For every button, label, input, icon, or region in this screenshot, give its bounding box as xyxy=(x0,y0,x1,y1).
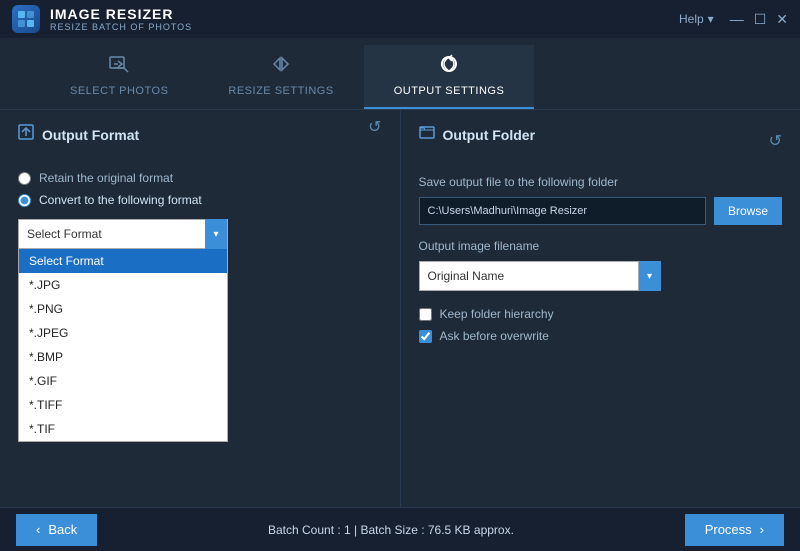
format-option-jpeg[interactable]: *.JPEG xyxy=(19,321,227,345)
format-select-trigger[interactable]: Select Format ▾ xyxy=(18,219,228,249)
back-button-label: Back xyxy=(48,522,77,537)
filename-select-row: Original Name ▾ xyxy=(419,261,783,291)
output-format-title: Output Format xyxy=(42,127,139,143)
ask-overwrite-label: Ask before overwrite xyxy=(440,329,549,343)
main-content: Output Format ↺ Retain the original form… xyxy=(0,110,800,507)
close-button[interactable]: ✕ xyxy=(776,12,788,26)
output-format-panel: Output Format ↺ Retain the original form… xyxy=(0,110,401,507)
folder-row: Browse xyxy=(419,197,783,225)
format-radio-group: Retain the original format Convert to th… xyxy=(18,171,382,207)
title-bar: IMAGE RESIZER RESIZE BATCH OF PHOTOS Hel… xyxy=(0,0,800,38)
title-bar-right: Help ▾ — ☐ ✕ xyxy=(679,12,788,26)
format-select-value: Select Format xyxy=(27,227,102,241)
keep-hierarchy-checkbox-label[interactable]: Keep folder hierarchy xyxy=(419,307,783,321)
tab-resize-settings-label: RESIZE SETTINGS xyxy=(228,85,333,97)
format-dropdown-list: Select Format *.JPG *.PNG *.JPEG *.BMP *… xyxy=(18,249,228,442)
output-settings-icon xyxy=(438,53,460,81)
format-option-jpg[interactable]: *.JPG xyxy=(19,273,227,297)
ask-overwrite-checkbox-label[interactable]: Ask before overwrite xyxy=(419,329,783,343)
folder-path-input[interactable] xyxy=(419,197,706,225)
app-title-text: IMAGE RESIZER RESIZE BATCH OF PHOTOS xyxy=(50,6,192,32)
folder-path-label: Save output file to the following folder xyxy=(419,175,783,189)
convert-format-radio[interactable]: Convert to the following format xyxy=(18,193,382,207)
maximize-button[interactable]: ☐ xyxy=(754,12,767,26)
window-controls: — ☐ ✕ xyxy=(730,12,788,26)
process-button-label: Process xyxy=(705,522,752,537)
footer-info-text: Batch Count : 1 | Batch Size : 76.5 KB a… xyxy=(268,523,514,537)
retain-format-radio[interactable]: Retain the original format xyxy=(18,171,382,185)
format-option-select[interactable]: Select Format xyxy=(19,249,227,273)
retain-format-label: Retain the original format xyxy=(39,171,173,185)
output-format-icon xyxy=(18,124,34,145)
output-format-header: Output Format xyxy=(18,124,139,145)
app-name: IMAGE RESIZER xyxy=(50,6,192,22)
process-button[interactable]: Process › xyxy=(685,514,784,546)
minimize-button[interactable]: — xyxy=(730,12,744,26)
format-option-gif[interactable]: *.GIF xyxy=(19,369,227,393)
ask-overwrite-checkbox[interactable] xyxy=(419,330,432,343)
filename-select[interactable]: Original Name xyxy=(419,261,639,291)
keep-hierarchy-label: Keep folder hierarchy xyxy=(440,307,554,321)
retain-format-input[interactable] xyxy=(18,172,31,185)
keep-hierarchy-checkbox[interactable] xyxy=(419,308,432,321)
footer: ‹ Back Batch Count : 1 | Batch Size : 76… xyxy=(0,507,800,551)
output-folder-icon xyxy=(419,124,435,145)
output-folder-header-row: Output Folder ↺ xyxy=(419,124,783,159)
tab-select-photos[interactable]: SELECT PHOTOS xyxy=(40,45,198,109)
output-folder-header: Output Folder xyxy=(419,124,536,145)
checkbox-group: Keep folder hierarchy Ask before overwri… xyxy=(419,307,783,343)
tab-resize-settings[interactable]: RESIZE SETTINGS xyxy=(198,45,363,109)
convert-format-label: Convert to the following format xyxy=(39,193,202,207)
browse-button[interactable]: Browse xyxy=(714,197,782,225)
footer-info: Batch Count : 1 | Batch Size : 76.5 KB a… xyxy=(268,523,514,537)
filename-select-value: Original Name xyxy=(428,269,505,283)
format-select-arrow: ▾ xyxy=(205,219,227,249)
help-button[interactable]: Help ▾ xyxy=(679,12,714,26)
output-folder-panel: Output Folder ↺ Save output file to the … xyxy=(401,110,800,507)
process-arrow-icon: › xyxy=(760,522,764,537)
tab-bar: SELECT PHOTOS RESIZE SETTINGS OUTPUT SET… xyxy=(0,38,800,110)
convert-format-input[interactable] xyxy=(18,194,31,207)
output-format-header-row: Output Format ↺ xyxy=(18,124,382,159)
back-arrow-icon: ‹ xyxy=(36,522,40,537)
tab-output-settings-label: OUTPUT SETTINGS xyxy=(394,85,505,97)
filename-select-arrow: ▾ xyxy=(639,261,661,291)
format-option-tif[interactable]: *.TIF xyxy=(19,417,227,441)
app-icon xyxy=(12,5,40,33)
output-format-reset-button[interactable]: ↺ xyxy=(368,117,381,137)
output-folder-reset-button[interactable]: ↺ xyxy=(769,131,782,151)
format-option-png[interactable]: *.PNG xyxy=(19,297,227,321)
tab-select-photos-label: SELECT PHOTOS xyxy=(70,85,168,97)
select-photos-icon xyxy=(108,53,130,81)
format-option-tiff[interactable]: *.TIFF xyxy=(19,393,227,417)
resize-settings-icon xyxy=(270,53,292,81)
back-button[interactable]: ‹ Back xyxy=(16,514,97,546)
right-panel-content: Save output file to the following folder… xyxy=(419,171,783,343)
app-subtitle: RESIZE BATCH OF PHOTOS xyxy=(50,22,192,32)
format-option-bmp[interactable]: *.BMP xyxy=(19,345,227,369)
tab-output-settings[interactable]: OUTPUT SETTINGS xyxy=(364,45,535,109)
title-bar-left: IMAGE RESIZER RESIZE BATCH OF PHOTOS xyxy=(12,5,192,33)
output-folder-title: Output Folder xyxy=(443,127,536,143)
filename-label: Output image filename xyxy=(419,239,783,253)
